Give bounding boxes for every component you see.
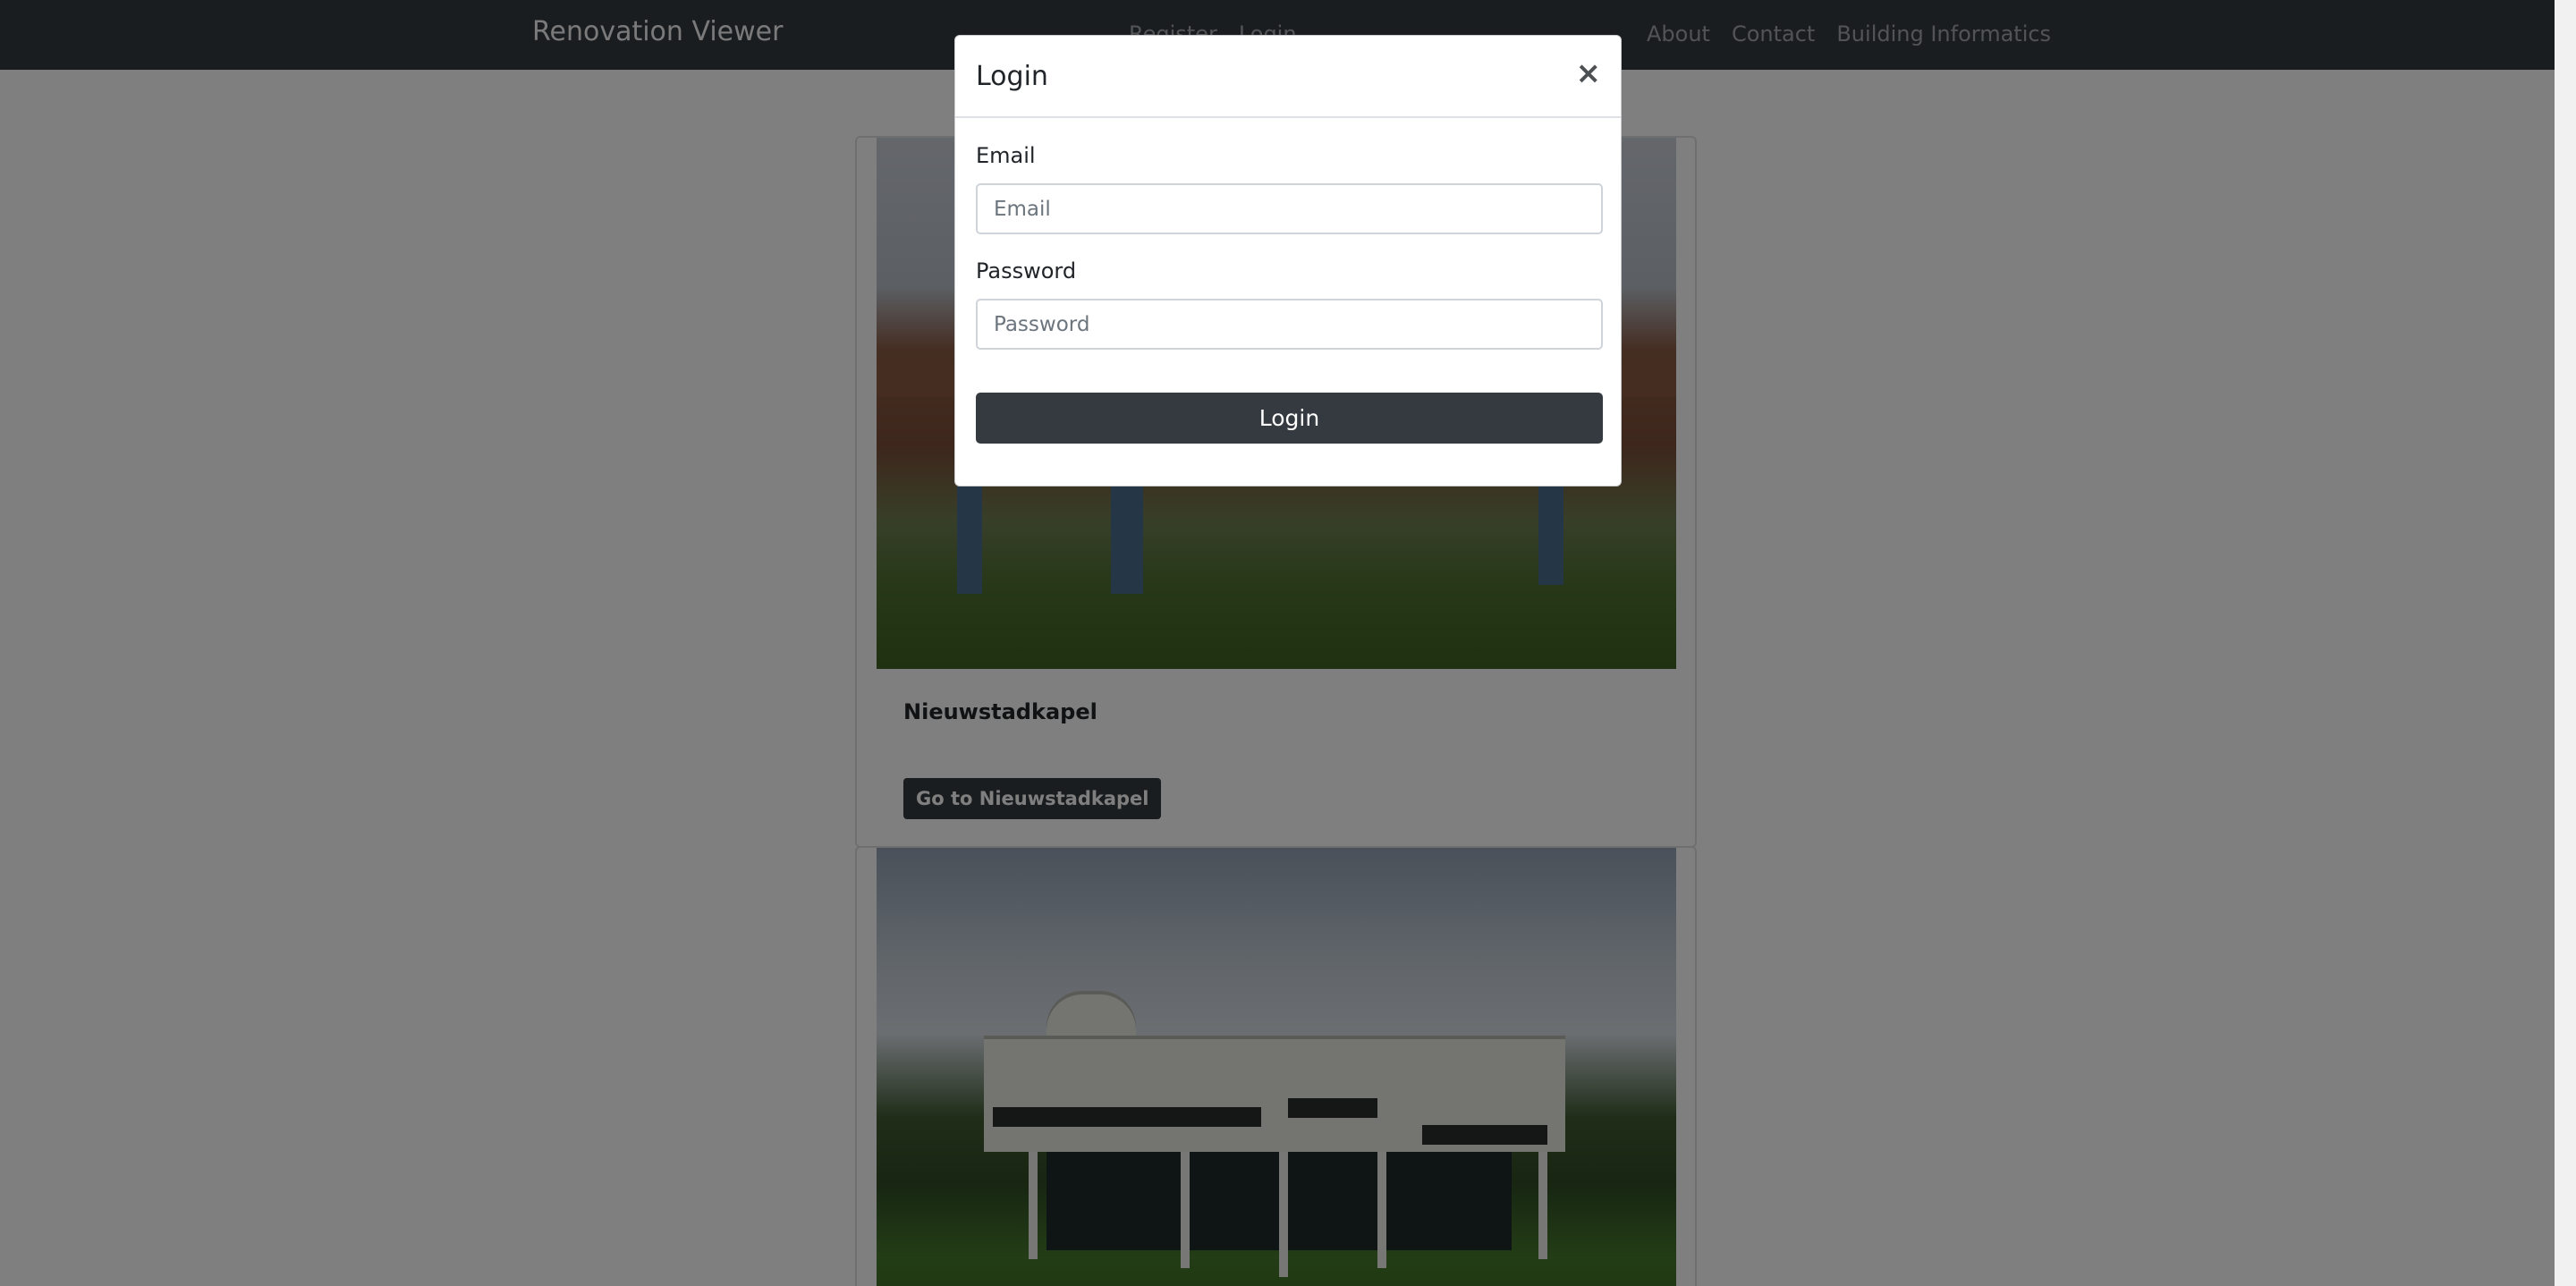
modal-title: Login	[976, 61, 1048, 92]
close-icon[interactable]: ×	[1576, 57, 1602, 89]
page-scrollbar[interactable]	[2555, 0, 2576, 1286]
login-modal: Login × Email Password Login	[954, 35, 1622, 486]
modal-header: Login ×	[955, 36, 1621, 118]
password-label: Password	[976, 258, 1077, 283]
login-submit-button[interactable]: Login	[976, 393, 1603, 444]
email-field[interactable]	[976, 183, 1603, 234]
email-label: Email	[976, 143, 1036, 168]
password-field[interactable]	[976, 299, 1603, 350]
